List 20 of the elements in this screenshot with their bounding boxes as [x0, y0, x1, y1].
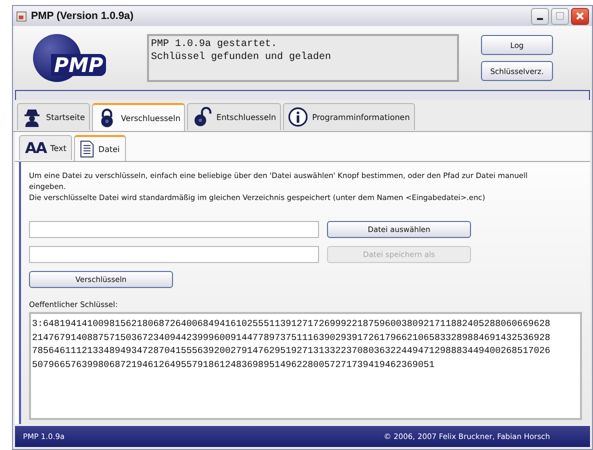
key-text-area: 3:64819414100981562180687264006849416102555113912717269992218759600380921711882405288060669628 2147679140887571503672340944239996009144778973751116390293917261796621065833289884691432536928 7856461112133489493472870415556392002791476295192713133223708036322449471298883449400268517026 5079665763998068721946126495579186124836989514962280057271739419462369051	[29, 312, 582, 420]
maximize-icon	[553, 9, 567, 23]
window-title: PMP (Version 1.0.9a)	[31, 10, 135, 22]
log-area: PMP 1.0.9a gestartet. Schlüssel gefunden und geladen	[147, 34, 459, 82]
info-icon	[288, 107, 308, 127]
minimize-button[interactable]	[531, 8, 549, 24]
sub-tab[interactable]: Datei	[74, 135, 126, 161]
font-icon: AA	[25, 139, 46, 157]
path-field[interactable]	[29, 221, 319, 238]
sub-tab[interactable]: AA Text	[19, 135, 72, 160]
tab[interactable]: Startseite	[17, 103, 90, 130]
tab[interactable]: Entschluesseln	[187, 103, 282, 130]
minimize-icon	[537, 18, 543, 20]
document-icon	[80, 140, 94, 158]
close-button[interactable]	[571, 8, 589, 24]
tab[interactable]: Verschluesseln	[92, 103, 186, 131]
logo-text: PMP	[51, 54, 106, 76]
tab[interactable]: Programminformationen	[283, 103, 415, 130]
unlocked-icon	[192, 107, 212, 127]
path-field[interactable]	[29, 246, 319, 263]
